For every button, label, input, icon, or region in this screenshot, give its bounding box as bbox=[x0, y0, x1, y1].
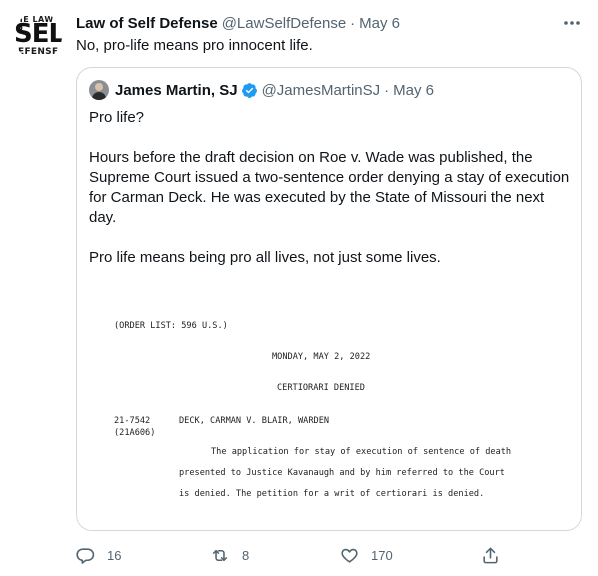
reply-icon bbox=[76, 546, 95, 565]
doc-body-line-3: is denied. The petition for a writ of ce… bbox=[179, 489, 485, 499]
header-separator: · bbox=[350, 14, 356, 32]
quoted-tweet-date: May 6 bbox=[393, 81, 435, 99]
share-icon bbox=[481, 546, 500, 565]
avatar-text-bottom: EFENSE bbox=[18, 47, 59, 57]
quoted-tweet[interactable]: James Martin, SJ @JamesMartinSJ · May 6 … bbox=[76, 67, 582, 531]
doc-date-line: MONDAY, MAY 2, 2022 bbox=[272, 352, 371, 362]
quoted-tweet-text: Pro life? Hours before the draft decisio… bbox=[89, 108, 571, 268]
doc-body-line-2: presented to Justice Kavanaugh and by hi… bbox=[179, 468, 505, 478]
tweet-text: No, pro-life means pro innocent life. bbox=[76, 37, 313, 54]
doc-application-number: (21A606) bbox=[114, 428, 156, 438]
retweet-count: 8 bbox=[242, 547, 250, 563]
tweet-header: Law of Self Defense @LawSelfDefense · Ma… bbox=[76, 13, 400, 33]
retweet-button[interactable]: 8 bbox=[210, 544, 249, 566]
doc-body-line-1: The application for stay of execution of… bbox=[211, 447, 512, 457]
quoted-paragraph-1: Pro life? bbox=[89, 109, 145, 126]
author-avatar[interactable]: HE LAW O SELF EFENSE bbox=[14, 12, 62, 60]
tweet-actions: 16 8 170 bbox=[76, 544, 582, 566]
quoted-author-avatar[interactable] bbox=[89, 80, 109, 100]
like-button[interactable]: 170 bbox=[340, 544, 393, 566]
more-icon[interactable] bbox=[560, 12, 584, 34]
like-count: 170 bbox=[371, 547, 393, 563]
retweet-icon bbox=[210, 546, 230, 565]
author-name[interactable]: Law of Self Defense bbox=[76, 15, 218, 32]
like-icon bbox=[340, 546, 359, 565]
quoted-tweet-header: James Martin, SJ @JamesMartinSJ · May 6 bbox=[89, 80, 434, 100]
doc-case-name: DECK, CARMAN V. BLAIR, WARDEN bbox=[179, 416, 330, 426]
quoted-paragraph-2: Hours before the draft decision on Roe v… bbox=[89, 149, 570, 226]
doc-heading: CERTIORARI DENIED bbox=[277, 383, 365, 393]
share-button[interactable] bbox=[481, 544, 500, 566]
avatar-text-main: SELF bbox=[14, 19, 62, 49]
reply-count: 16 bbox=[107, 547, 122, 563]
court-order-image[interactable]: (ORDER LIST: 596 U.S.) MONDAY, MAY 2, 20… bbox=[77, 304, 581, 530]
tweet-card[interactable]: HE LAW O SELF EFENSE Law of Self Defense… bbox=[0, 0, 598, 576]
quoted-author-name: James Martin, SJ bbox=[115, 81, 238, 99]
doc-case-number: 21-7542 bbox=[114, 416, 151, 426]
reply-button[interactable]: 16 bbox=[76, 544, 121, 566]
quoted-author-handle: @JamesMartinSJ bbox=[261, 81, 381, 99]
quoted-header-separator: · bbox=[384, 81, 390, 99]
author-handle[interactable]: @LawSelfDefense bbox=[222, 15, 346, 32]
tweet-date[interactable]: May 6 bbox=[359, 15, 400, 32]
verified-badge-icon bbox=[241, 82, 258, 99]
doc-order-list: (ORDER LIST: 596 U.S.) bbox=[114, 321, 228, 331]
quoted-paragraph-3: Pro life means being pro all lives, not … bbox=[89, 249, 441, 266]
